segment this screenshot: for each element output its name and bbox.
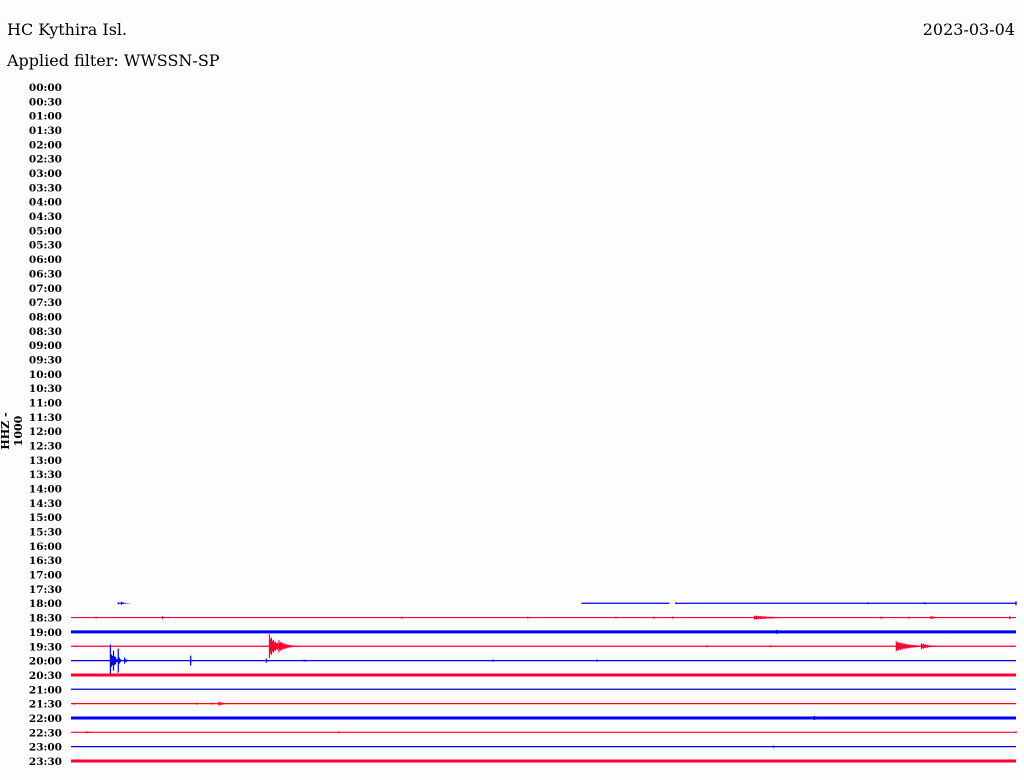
seismic-event-mark — [675, 602, 680, 605]
time-tick-label: 06:30 — [29, 268, 62, 280]
time-tick-label: 09:00 — [29, 340, 62, 352]
time-tick-label: 14:00 — [29, 484, 62, 496]
time-tick-label: 11:30 — [29, 412, 62, 424]
time-tick-label: 18:00 — [29, 598, 62, 610]
time-tick-label: 23:30 — [29, 756, 62, 768]
seismic-event-mark — [196, 702, 204, 705]
seismic-event-mark — [73, 702, 78, 705]
seismic-event-mark — [615, 616, 623, 619]
seismic-event-mark — [753, 615, 813, 620]
seismic-event-mark — [278, 640, 302, 653]
time-tick-label: 18:30 — [29, 613, 62, 625]
seismic-event-mark — [924, 602, 929, 605]
time-tick-label: 08:00 — [29, 311, 62, 323]
seismic-event-mark — [212, 702, 217, 705]
seismic-event-mark — [95, 616, 100, 619]
seismic-event-mark — [527, 616, 538, 619]
time-tick-label: 20:00 — [29, 656, 62, 668]
time-tick-label: 03:00 — [29, 168, 62, 180]
time-tick-label: 04:30 — [29, 211, 62, 223]
time-tick-label: 07:00 — [29, 283, 62, 295]
seismic-event-mark — [265, 658, 272, 663]
time-tick-label: 06:00 — [29, 254, 62, 266]
time-tick-label: 10:00 — [29, 369, 62, 381]
time-tick-label: 05:00 — [29, 225, 62, 237]
time-tick-label: 16:30 — [29, 555, 62, 567]
seismic-event-mark — [920, 643, 948, 650]
seismic-event-mark — [86, 731, 104, 734]
time-tick-label: 22:00 — [29, 713, 62, 725]
time-tick-label: 04:00 — [29, 197, 62, 209]
time-tick-label: 16:00 — [29, 541, 62, 553]
seismic-event-mark — [653, 616, 668, 619]
seismic-event-mark — [492, 659, 500, 662]
seismic-event-mark — [879, 616, 901, 619]
time-tick-label: 00:30 — [29, 96, 62, 108]
time-tick-label: 19:30 — [29, 641, 62, 653]
time-tick-label: 22:30 — [29, 727, 62, 739]
time-tick-label: 12:00 — [29, 426, 62, 438]
time-tick-label: 08:30 — [29, 326, 62, 338]
seismic-event-mark — [706, 645, 711, 648]
time-tick-label: 15:30 — [29, 527, 62, 539]
seismic-event-mark — [401, 616, 416, 619]
time-tick-label: 00:00 — [29, 82, 62, 94]
seismic-event-mark — [596, 659, 601, 662]
time-tick-label: 11:00 — [29, 397, 62, 409]
helicorder-plot: 00:00 00:30 01:00 01:30 02:00 02:30 03:00 03:30… — [29, 82, 1018, 768]
time-tick-label: 02:30 — [29, 154, 62, 166]
time-tick-label: 09:30 — [29, 354, 62, 366]
seismic-event-mark — [218, 701, 236, 706]
time-tick-label: 14:30 — [29, 498, 62, 510]
time-tick-label: 15:00 — [29, 512, 62, 524]
seismic-event-mark — [672, 616, 680, 619]
seismic-event-mark — [161, 616, 166, 620]
seismic-event-mark — [123, 657, 132, 664]
time-tick-label: 07:30 — [29, 297, 62, 309]
time-tick-label: 17:00 — [29, 570, 62, 582]
seismic-event-mark — [303, 659, 321, 662]
time-tick-label: 10:30 — [29, 383, 62, 395]
time-tick-label: 01:00 — [29, 111, 62, 123]
time-tick-label: 13:00 — [29, 455, 62, 467]
seismic-event-mark — [1015, 601, 1018, 606]
time-tick-label: 23:00 — [29, 742, 62, 754]
time-tick-label: 20:30 — [29, 670, 62, 682]
time-tick-label: 21:00 — [29, 684, 62, 696]
seismic-event-mark — [930, 616, 951, 620]
time-tick-label: 13:30 — [29, 469, 62, 481]
time-tick-label: 01:30 — [29, 125, 62, 137]
seismic-event-mark — [117, 648, 122, 673]
time-tick-label: 05:30 — [29, 240, 62, 252]
time-tick-label: 21:30 — [29, 699, 62, 711]
seismic-event-mark — [120, 601, 131, 605]
time-tick-label: 02:00 — [29, 139, 62, 151]
seismic-event-mark — [338, 731, 343, 734]
time-tick-label: 17:30 — [29, 584, 62, 596]
seismic-event-mark — [769, 645, 774, 648]
seismic-event-mark — [1015, 731, 1018, 734]
time-tick-label: 19:00 — [29, 627, 62, 639]
time-tick-label: 03:30 — [29, 182, 62, 194]
time-tick-label: 12:30 — [29, 441, 62, 453]
seismic-event-mark — [908, 616, 919, 619]
seismic-event-mark — [190, 655, 194, 666]
seismic-event-mark — [772, 745, 784, 748]
seismic-event-mark — [867, 602, 872, 605]
seismic-event-mark — [1009, 616, 1017, 620]
